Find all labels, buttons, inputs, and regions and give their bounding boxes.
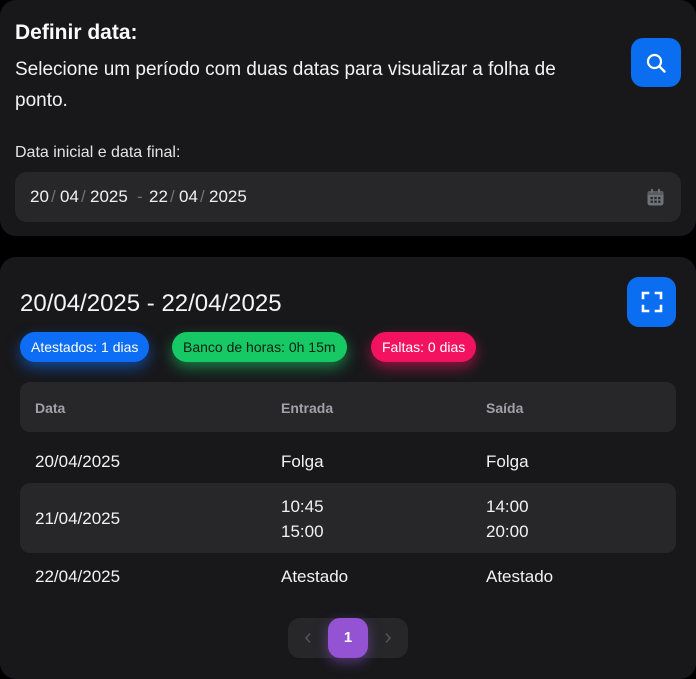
row-saida: 20:00 bbox=[486, 522, 529, 541]
bank-hours-chip: Banco de horas: 0h 15m bbox=[172, 332, 347, 362]
row-saida: 14:00 bbox=[486, 497, 529, 516]
date-range-label: Data inicial e data final: bbox=[15, 144, 181, 161]
previous-page-button[interactable] bbox=[288, 618, 328, 658]
date-separator: / bbox=[51, 187, 56, 206]
chevron-right-icon bbox=[385, 632, 392, 644]
row-saida: Atestado bbox=[486, 567, 554, 586]
row-saida: Folga bbox=[486, 452, 529, 471]
next-page-button[interactable] bbox=[368, 618, 408, 658]
fullscreen-button[interactable] bbox=[627, 277, 676, 327]
column-header-data[interactable]: Data bbox=[35, 400, 65, 416]
end-year-segment[interactable]: 2025 bbox=[209, 187, 247, 207]
column-header-saida[interactable]: Saída bbox=[486, 400, 523, 416]
atestados-chip: Atestados: 1 dias bbox=[20, 332, 150, 362]
end-month-segment[interactable]: 04 bbox=[179, 187, 198, 207]
end-day-segment[interactable]: 22 bbox=[149, 187, 168, 207]
row-entrada: 10:45 bbox=[281, 497, 324, 516]
chevron-left-icon bbox=[304, 632, 311, 644]
date-separator: / bbox=[170, 187, 175, 206]
search-icon bbox=[646, 53, 666, 73]
start-day-segment[interactable]: 20 bbox=[30, 187, 49, 207]
start-year-segment[interactable]: 2025 bbox=[90, 187, 128, 207]
row-date: 20/04/2025 bbox=[35, 452, 121, 471]
date-range-picker[interactable]: 20 / 04 / 2025 - 22 / 04 / 2025 bbox=[15, 172, 681, 222]
date-separator: / bbox=[200, 187, 205, 206]
row-entrada: Atestado bbox=[281, 567, 349, 586]
row-entrada: Folga bbox=[281, 452, 324, 471]
table-header: Data Entrada Saída bbox=[20, 382, 676, 432]
page-button-current[interactable]: 1 bbox=[328, 618, 368, 658]
row-date: 22/04/2025 bbox=[35, 567, 121, 586]
start-month-segment[interactable]: 04 bbox=[60, 187, 79, 207]
calendar-icon[interactable] bbox=[646, 188, 665, 212]
pagination: 1 bbox=[288, 618, 408, 658]
search-button[interactable] bbox=[631, 38, 681, 87]
table-row: 22/04/2025 Atestado Atestado bbox=[20, 553, 676, 599]
table-row: 21/04/2025 10:45 15:00 14:00 20:00 bbox=[20, 483, 676, 553]
expand-icon bbox=[641, 291, 662, 313]
table-row: 20/04/2025 Folga Folga bbox=[20, 438, 676, 484]
row-entrada: 15:00 bbox=[281, 522, 324, 541]
absences-chip: Faltas: 0 dias bbox=[371, 332, 477, 362]
column-header-entrada[interactable]: Entrada bbox=[281, 400, 333, 416]
filter-description: Selecione um período com duas datas para… bbox=[15, 59, 556, 111]
filter-title: Definir data: bbox=[15, 21, 138, 44]
report-title: 20/04/2025 - 22/04/2025 bbox=[20, 290, 282, 317]
range-separator: - bbox=[137, 187, 143, 206]
row-date: 21/04/2025 bbox=[35, 509, 121, 528]
date-separator: / bbox=[81, 187, 86, 206]
